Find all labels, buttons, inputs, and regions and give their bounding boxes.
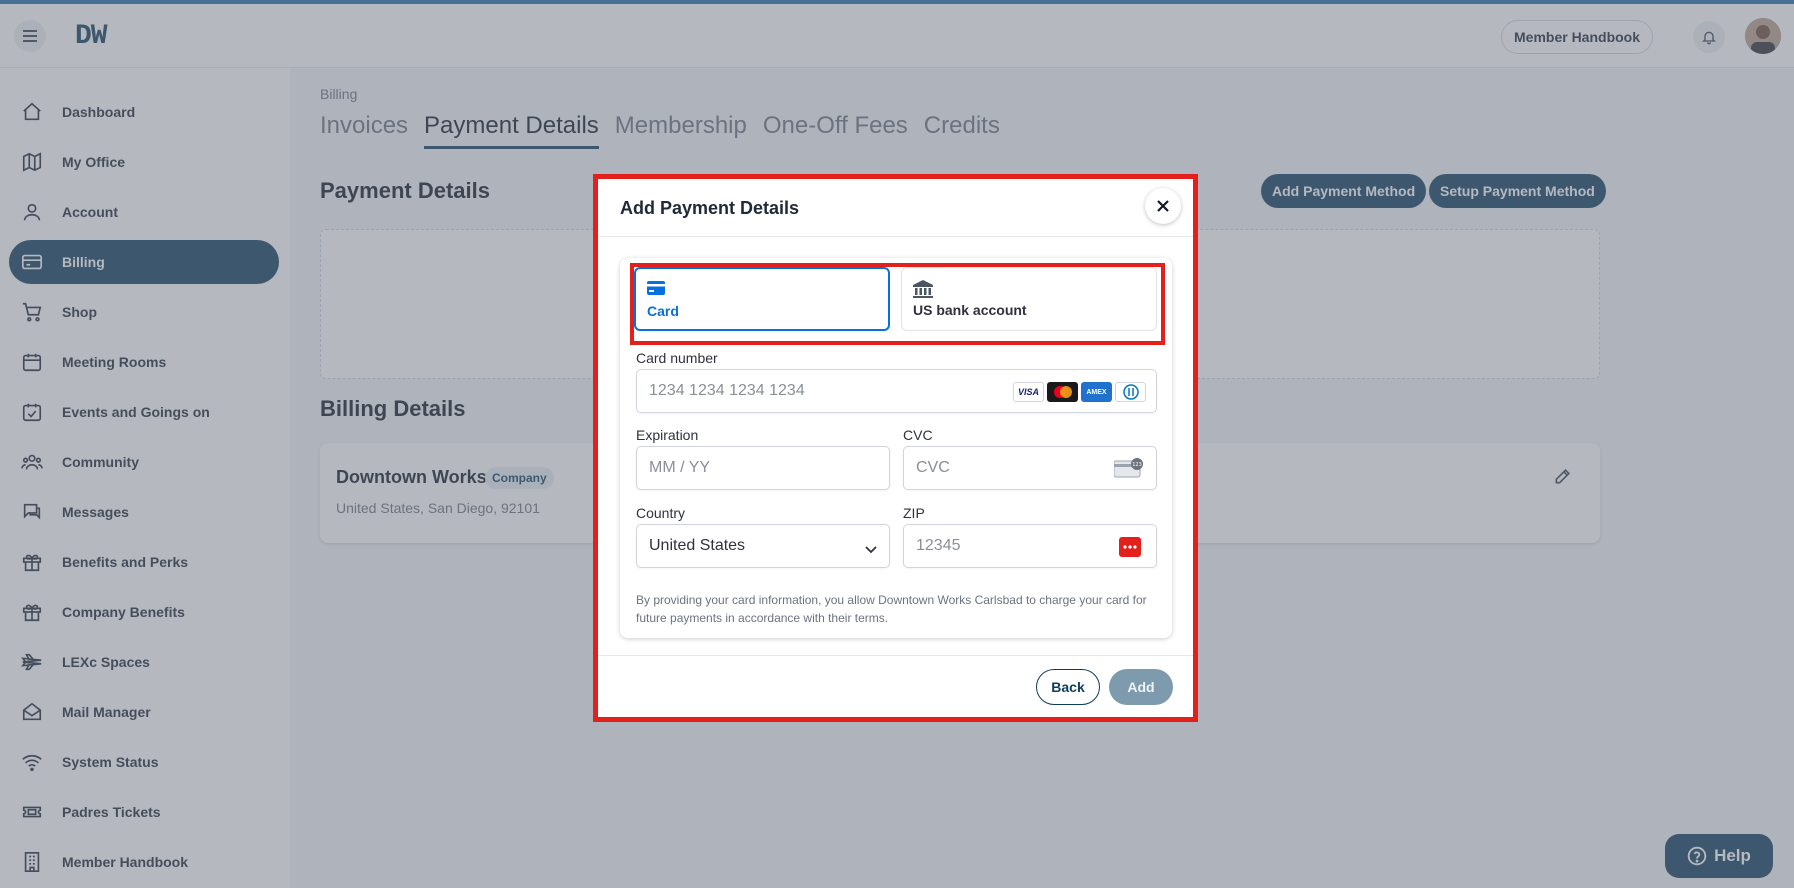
- cvc-label: CVC: [903, 427, 933, 443]
- expiration-input[interactable]: MM / YY: [636, 446, 890, 490]
- card-brands: VISA AMEX: [1013, 382, 1146, 402]
- payment-method-label: Card: [647, 303, 679, 319]
- payment-method-card-tab[interactable]: Card: [634, 267, 890, 331]
- close-icon: [1157, 200, 1169, 212]
- chevron-down-icon: [865, 541, 877, 559]
- mastercard-icon: [1047, 382, 1078, 402]
- card-number-label: Card number: [636, 350, 718, 366]
- card-number-input[interactable]: 1234 1234 1234 1234 VISA AMEX: [636, 369, 1157, 413]
- modal-footer: Back Add: [598, 655, 1193, 722]
- card-icon: [647, 281, 665, 300]
- autofill-icon[interactable]: [1119, 537, 1141, 562]
- expiration-label: Expiration: [636, 427, 699, 443]
- card-disclaimer: By providing your card information, you …: [636, 593, 1147, 625]
- cvc-input[interactable]: CVC 123: [903, 446, 1157, 490]
- zip-input[interactable]: 12345: [903, 524, 1157, 568]
- add-button[interactable]: Add: [1109, 669, 1173, 705]
- payment-element: Card US bank account Card number 1234 12…: [620, 258, 1172, 638]
- card-number-placeholder: 1234 1234 1234 1234: [649, 382, 805, 399]
- payment-method-label: US bank account: [913, 302, 1027, 318]
- modal-header: Add Payment Details: [598, 179, 1193, 237]
- add-payment-details-modal: Add Payment Details Card US bank account…: [593, 174, 1198, 722]
- modal-title: Add Payment Details: [620, 198, 800, 218]
- amex-icon: AMEX: [1081, 382, 1112, 402]
- country-value: United States: [649, 537, 746, 554]
- back-button[interactable]: Back: [1036, 669, 1100, 705]
- cvc-card-icon: 123: [1113, 458, 1144, 483]
- svg-text:123: 123: [1132, 462, 1142, 468]
- country-select[interactable]: United States: [636, 524, 890, 568]
- country-label: Country: [636, 505, 686, 521]
- zip-label: ZIP: [903, 505, 925, 521]
- diners-icon: [1115, 382, 1146, 402]
- close-button[interactable]: [1145, 188, 1181, 224]
- cvc-placeholder: CVC: [916, 459, 950, 476]
- bank-icon: [913, 280, 933, 303]
- visa-icon: VISA: [1013, 382, 1044, 402]
- expiration-placeholder: MM / YY: [649, 459, 711, 476]
- zip-placeholder: 12345: [916, 537, 961, 554]
- payment-method-bank-tab[interactable]: US bank account: [901, 267, 1157, 331]
